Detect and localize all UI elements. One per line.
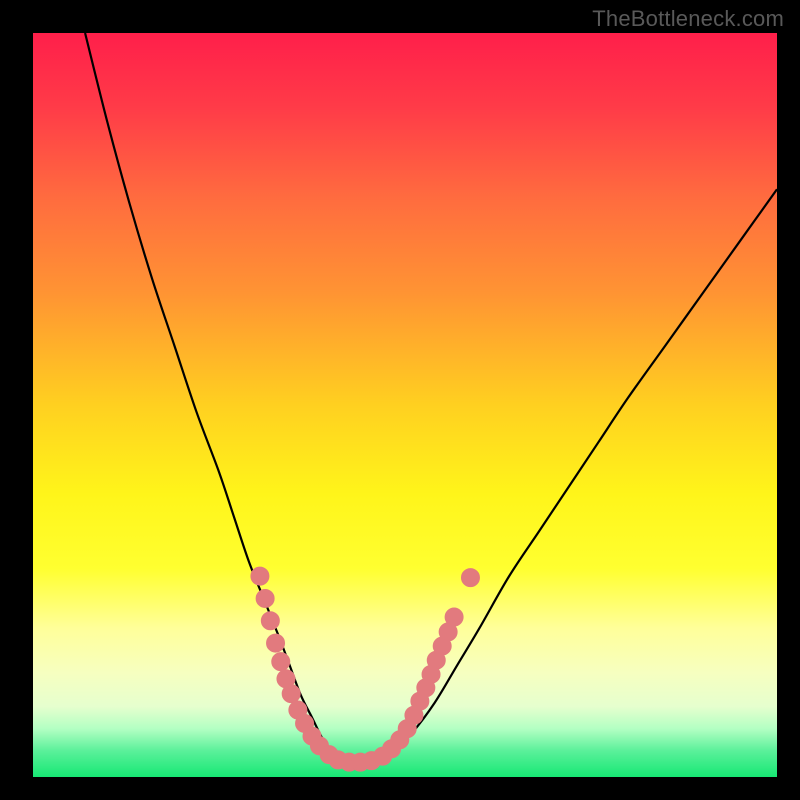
chart-svg	[33, 33, 777, 777]
curve-marker	[272, 653, 290, 671]
curve-marker	[251, 567, 269, 585]
curve-marker	[261, 612, 279, 630]
curve-marker	[445, 608, 463, 626]
chart-stage: TheBottleneck.com	[0, 0, 800, 800]
curve-marker	[282, 685, 300, 703]
watermark-text: TheBottleneck.com	[592, 6, 784, 32]
curve-marker	[256, 589, 274, 607]
curve-marker	[267, 634, 285, 652]
gradient-background	[33, 33, 777, 777]
curve-marker	[461, 569, 479, 587]
plot-area	[33, 33, 777, 777]
